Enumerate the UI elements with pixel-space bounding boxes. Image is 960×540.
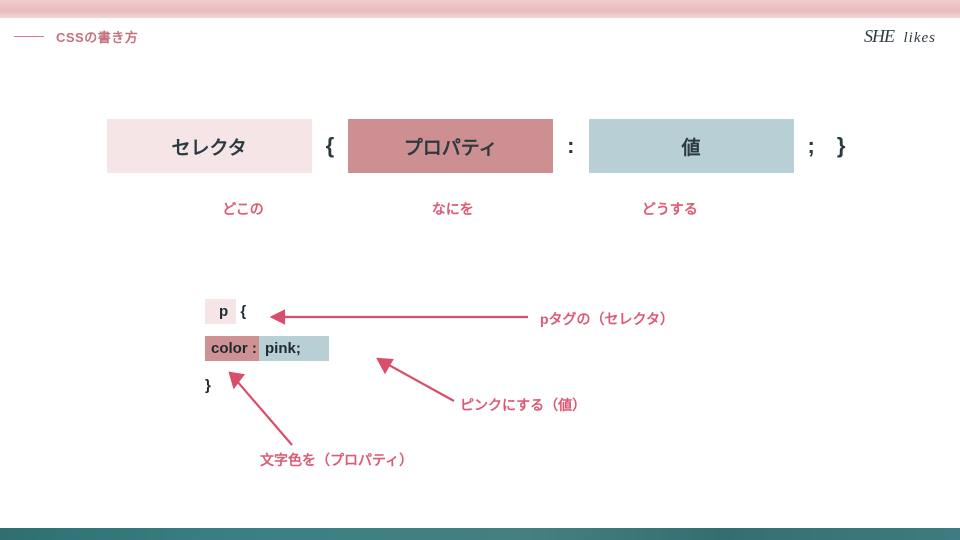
label-selector: どこの <box>222 199 264 219</box>
syntax-labels-row: どこの なにを どうする <box>0 199 960 219</box>
brace-close: } <box>829 133 854 159</box>
arrow-selector-icon <box>258 305 533 329</box>
colon: : <box>559 133 582 159</box>
arrow-property-icon <box>220 365 300 450</box>
selector-box: セレクタ <box>107 119 312 173</box>
annotation-property: 文字色を（プロパティ） <box>260 450 413 470</box>
value-box: 値 <box>589 119 794 173</box>
code-brace-open: { <box>236 303 246 320</box>
property-box: プロパティ <box>348 119 553 173</box>
bottom-decor-bar <box>0 528 960 540</box>
css-syntax-row: セレクタ { プロパティ : 値 ; } <box>0 119 960 173</box>
brand-logo: SHE likes <box>864 26 936 47</box>
header-line-decor <box>14 36 44 37</box>
code-value-hl: pink; <box>259 336 329 361</box>
code-line-2: color : pink; <box>205 340 329 357</box>
header-left: CSSの書き方 <box>24 27 138 46</box>
label-property: なにを <box>432 199 474 219</box>
header: CSSの書き方 SHE likes <box>0 18 960 47</box>
annotation-selector: pタグの（セレクタ） <box>540 309 674 329</box>
brand-she: SHE <box>864 26 894 46</box>
top-decor-bar <box>0 0 960 18</box>
code-selector-hl: p <box>205 299 236 324</box>
semicolon: ; <box>800 133 823 159</box>
brace-open: { <box>318 133 343 159</box>
code-property-hl: color : <box>205 336 259 361</box>
label-value: どうする <box>642 199 698 219</box>
annotation-value: ピンクにする（値） <box>460 395 586 415</box>
page-title: CSSの書き方 <box>56 27 138 46</box>
brand-likes: likes <box>904 30 937 46</box>
arrow-value-icon <box>368 353 458 408</box>
